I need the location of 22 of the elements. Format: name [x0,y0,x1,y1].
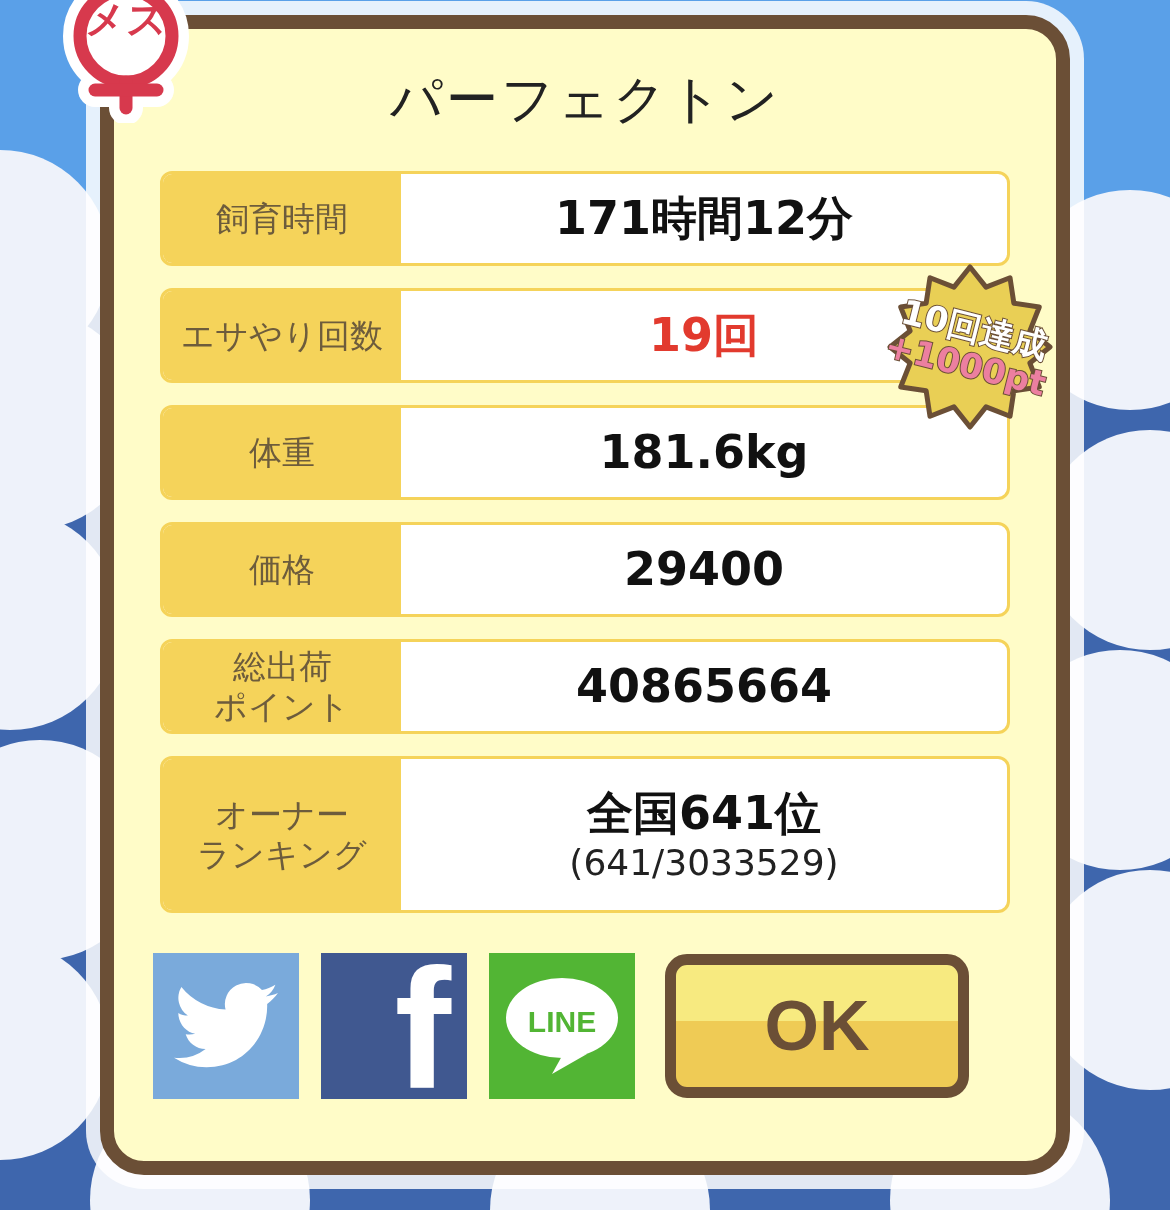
stat-label: 飼育時間 [216,198,348,239]
stat-label: 総出荷 [232,646,332,687]
stat-label: ポイント [214,686,350,727]
ranking-value: 全国641位 [587,786,821,842]
stat-label: 価格 [249,549,315,590]
gender-label: メス [84,0,168,44]
ok-button[interactable]: OK [665,954,969,1098]
stat-label: エサやり回数 [181,315,383,356]
stat-value: 181.6kg [599,424,809,481]
ranking-label: オーナー [215,794,349,835]
stat-label: 体重 [249,432,315,473]
stat-value: 19回 [649,307,759,364]
stat-value: 29400 [623,541,784,598]
facebook-share-button[interactable]: f [321,953,467,1099]
bird-icon [174,982,278,1070]
stat-value: 40865664 [575,658,833,715]
pet-name-title: パーフェクトン [388,73,782,125]
ranking-detail: (641/3033529) [569,841,839,883]
stat-value: 171時間12分 [554,190,853,247]
twitter-share-button[interactable] [153,953,299,1099]
ranking-label: ランキング [197,834,367,875]
line-share-button[interactable]: LINE [489,953,635,1099]
